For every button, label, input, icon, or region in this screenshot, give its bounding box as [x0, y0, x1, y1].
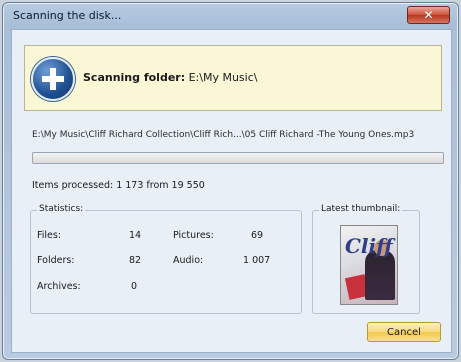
album-cover-thumbnail: Cliff — [340, 225, 398, 305]
files-value: 14 — [129, 230, 142, 241]
archives-label: Archives: — [37, 281, 81, 292]
progress-bar — [32, 152, 444, 164]
thumbnail-label: Latest thumbnail: — [319, 204, 403, 214]
window-title: Scanning the disk... — [13, 9, 122, 22]
pictures-label: Pictures: — [173, 230, 214, 241]
statistics-group: Statistics: Files: 14 Folders: 82 Archiv… — [30, 204, 302, 314]
files-label: Files: — [37, 230, 62, 241]
dialog-body: Scanning folder: E:\My Music\ E:\My Musi… — [11, 29, 452, 353]
current-file-path: E:\My Music\Cliff Richard Collection\Cli… — [32, 130, 415, 140]
items-processed: Items processed: 1 173 from 19 550 — [32, 180, 205, 191]
scan-dialog: Scanning the disk... ✕ Scanning folder: … — [2, 2, 459, 360]
audio-value: 1 007 — [243, 255, 271, 266]
cancel-button[interactable]: Cancel — [367, 322, 441, 342]
folders-value: 82 — [129, 255, 142, 266]
folders-label: Folders: — [37, 255, 75, 266]
archives-value: 0 — [131, 281, 138, 292]
scanning-folder-label: Scanning folder: — [83, 71, 186, 84]
pictures-value: 69 — [251, 230, 264, 241]
scan-banner: Scanning folder: E:\My Music\ — [24, 45, 442, 111]
close-icon: ✕ — [423, 8, 434, 22]
thumbnail-group: Latest thumbnail: Cliff — [312, 204, 420, 314]
banner-text: Scanning folder: E:\My Music\ — [83, 71, 257, 84]
close-button[interactable]: ✕ — [407, 6, 450, 24]
plus-icon — [31, 57, 75, 101]
thumbnail-script: Cliff — [345, 234, 393, 258]
title-bar[interactable]: Scanning the disk... ✕ — [3, 3, 458, 29]
audio-label: Audio: — [173, 255, 204, 266]
scanning-folder-path: E:\My Music\ — [188, 71, 258, 84]
statistics-label: Statistics: — [37, 204, 86, 214]
